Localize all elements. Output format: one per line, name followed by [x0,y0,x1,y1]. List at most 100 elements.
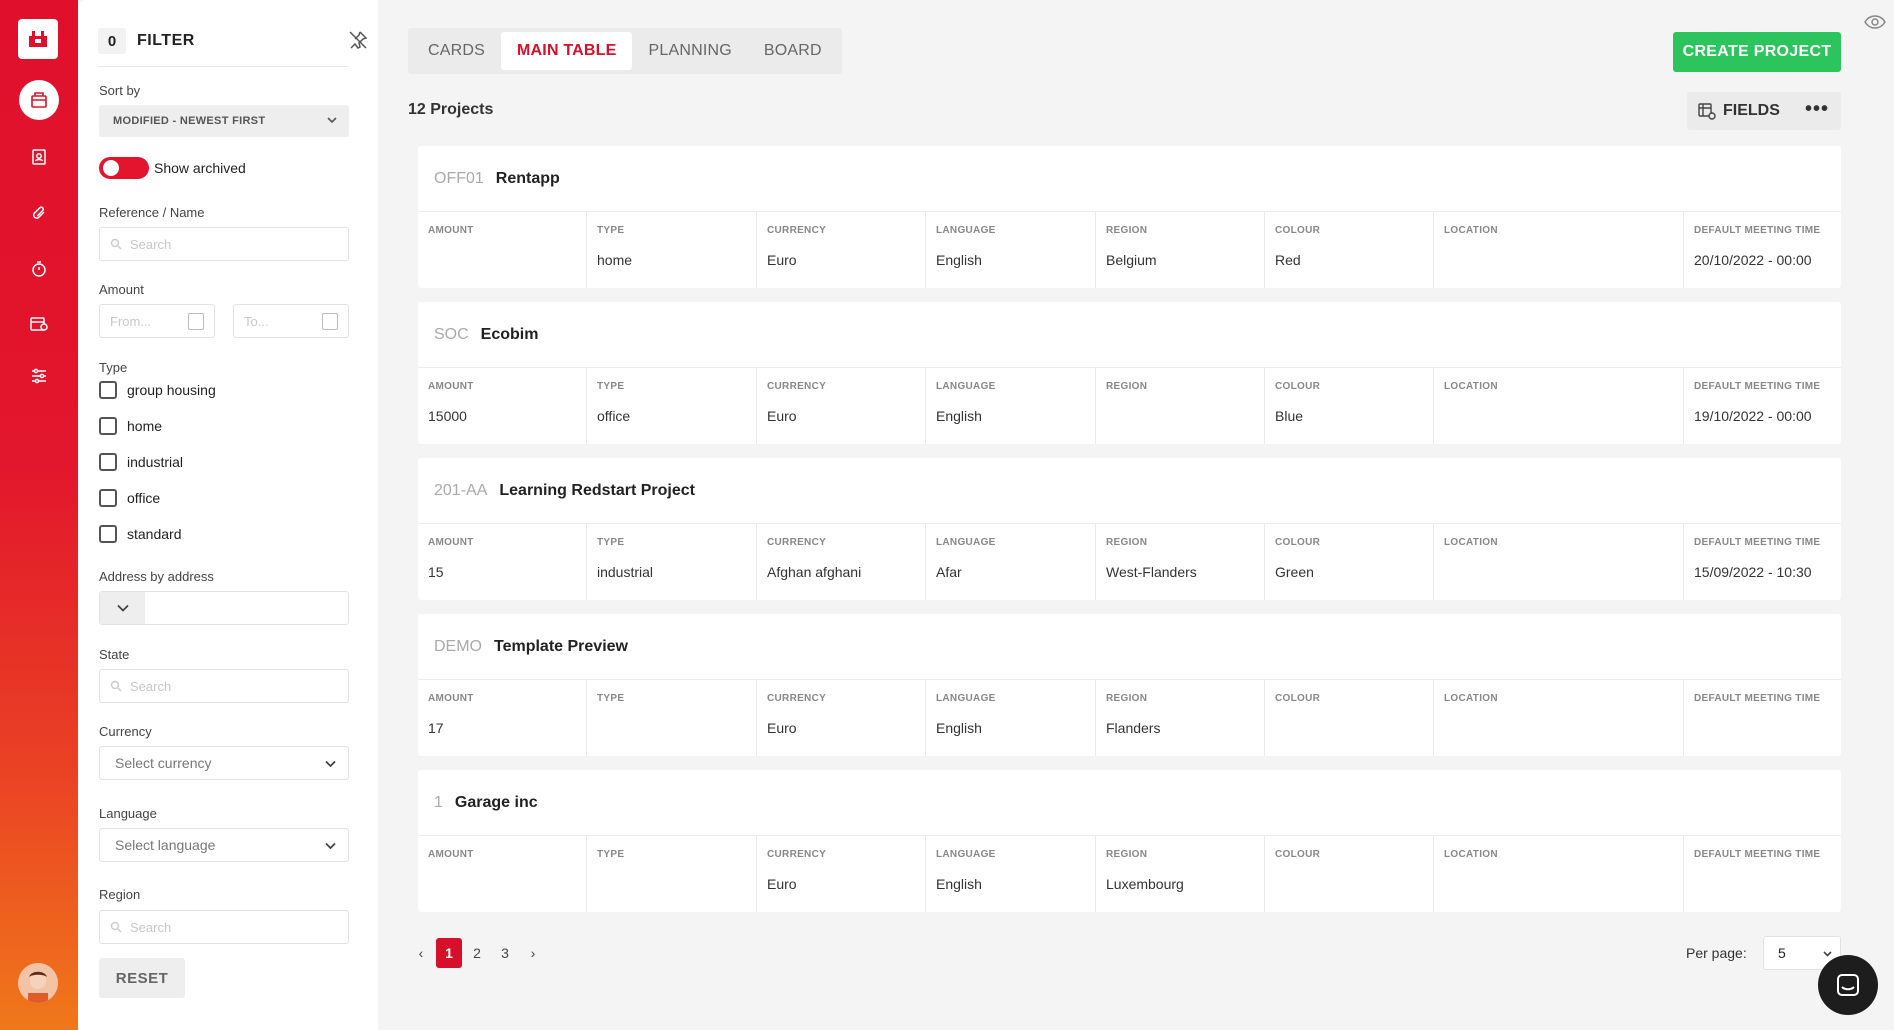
project-field: COLOUR Blue [1265,368,1434,444]
project-card[interactable]: DEMO Template Preview AMOUNT 17 TYPE CURRENCY… [418,614,1841,756]
amount-to-placeholder: To... [244,313,269,329]
field-label: AMOUNT [428,225,474,236]
next-page-button[interactable]: › [520,938,546,968]
nav-projects[interactable] [0,80,78,120]
nav-invoices[interactable] [0,304,78,344]
tab-main-table[interactable]: MAIN TABLE [501,32,633,70]
language-label: Language [99,806,157,821]
project-field: COLOUR [1265,680,1434,756]
project-card-header[interactable]: SOC Ecobim [418,302,1841,368]
nav-settings[interactable] [0,356,78,396]
project-field: AMOUNT 15 [418,524,587,600]
more-options-icon[interactable]: ••• [1805,98,1829,121]
region-search-input[interactable]: Search [99,910,349,944]
reference-search-input[interactable]: Search [99,227,349,261]
project-field: REGION West-Flanders [1096,524,1265,600]
amount-to-input[interactable]: To... [233,304,349,338]
prev-page-button[interactable]: ‹ [408,938,434,968]
chat-launcher-button[interactable] [1818,955,1878,1015]
field-value: English [936,408,982,424]
create-project-button[interactable]: CREATE PROJECT [1673,32,1841,72]
field-label: REGION [1106,537,1148,548]
type-checkbox-office[interactable]: office [99,489,160,507]
reset-button[interactable]: RESET [99,958,185,998]
sort-select[interactable]: MODIFIED - NEWEST FIRST [99,105,349,137]
currency-placeholder: Select currency [115,755,212,771]
project-name[interactable]: Ecobim [481,326,539,344]
fields-toolbar: FIELDS ••• [1687,92,1841,130]
contacts-icon [32,149,46,165]
project-reference: 201-AA [434,481,488,499]
user-avatar[interactable] [18,963,58,1003]
amount-from-stepper[interactable] [188,313,204,330]
project-field: REGION Luxembourg [1096,836,1265,912]
project-card[interactable]: 1 Garage inc AMOUNT TYPE CURRENCY Euro LANGUAG… [418,770,1841,912]
field-value: English [936,876,982,892]
type-checkbox-standard[interactable]: standard [99,525,181,543]
project-card[interactable]: SOC Ecobim AMOUNT 15000 TYPE office CURRENCY Eu… [418,302,1841,444]
project-field: LOCATION [1434,524,1684,600]
tab-cards[interactable]: CARDS [412,32,501,70]
unpin-icon[interactable] [346,28,370,52]
settings-icon [32,368,46,384]
field-value: Euro [767,408,797,424]
project-card-header[interactable]: 1 Garage inc [418,770,1841,836]
show-archived-toggle[interactable] [99,157,149,179]
type-checkbox-industrial[interactable]: industrial [99,453,183,471]
project-field: CURRENCY Euro [757,836,926,912]
project-card[interactable]: 201-AA Learning Redstart Project AMOUNT 15 T… [418,458,1841,600]
field-label: REGION [1106,381,1148,392]
field-label: COLOUR [1275,381,1321,392]
page-1-button[interactable]: 1 [436,938,462,968]
amount-to-stepper[interactable] [322,313,338,330]
project-card-header[interactable]: 201-AA Learning Redstart Project [418,458,1841,524]
app-logo[interactable] [18,19,58,59]
language-select[interactable]: Select language [99,828,349,862]
address-input[interactable] [99,591,349,625]
field-label: COLOUR [1275,537,1321,548]
project-field: COLOUR [1265,836,1434,912]
type-checkbox-home[interactable]: home [99,417,162,435]
eye-icon[interactable] [1864,14,1886,30]
project-card[interactable]: OFF01 Rentapp AMOUNT TYPE home CURRENCY Euro LA… [418,146,1841,288]
project-count: 12 Projects [408,101,494,118]
field-label: CURRENCY [767,693,827,704]
project-field: LANGUAGE Afar [926,524,1096,600]
type-checkbox-group-housing[interactable]: group housing [99,381,216,399]
fields-button[interactable]: FIELDS [1723,102,1780,120]
tab-planning[interactable]: PLANNING [632,32,747,70]
address-mode-button[interactable] [100,592,145,624]
project-field: CURRENCY Euro [757,212,926,288]
field-value: 20/10/2022 - 00:00 [1694,252,1812,268]
project-field: DEFAULT MEETING TIME [1684,836,1841,912]
project-card-header[interactable]: DEMO Template Preview [418,614,1841,680]
projects-icon [31,92,47,108]
currency-select[interactable]: Select currency [99,746,349,780]
field-value: Red [1275,252,1301,268]
nav-attachments[interactable] [0,193,78,233]
nav-timer[interactable] [0,249,78,289]
field-label: DEFAULT MEETING TIME [1694,849,1821,860]
project-field: TYPE [587,680,757,756]
state-search-input[interactable]: Search [99,669,349,703]
nav-contacts[interactable] [0,137,78,177]
field-value: English [936,720,982,736]
project-name[interactable]: Learning Redstart Project [499,482,695,500]
page-3-button[interactable]: 3 [492,938,518,968]
amount-from-input[interactable]: From... [99,304,215,338]
project-field: AMOUNT [418,212,587,288]
project-name[interactable]: Template Preview [494,638,628,656]
project-name[interactable]: Garage inc [455,794,538,812]
field-label: LOCATION [1444,225,1498,236]
field-value: 15000 [428,408,467,424]
per-page-label: Per page: [1686,945,1747,961]
project-card-header[interactable]: OFF01 Rentapp [418,146,1841,212]
field-label: REGION [1106,849,1148,860]
field-label: AMOUNT [428,849,474,860]
search-icon [110,238,122,250]
project-reference: 1 [434,793,443,811]
tab-board[interactable]: BOARD [748,32,838,70]
field-value: Euro [767,252,797,268]
page-2-button[interactable]: 2 [464,938,490,968]
project-name[interactable]: Rentapp [496,170,560,188]
